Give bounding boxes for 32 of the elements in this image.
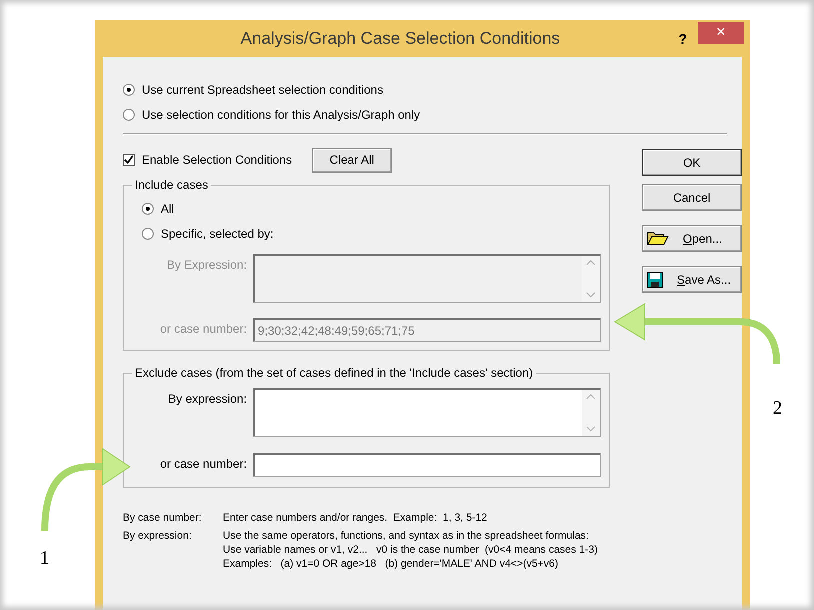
- note-term: By case number:: [123, 512, 203, 524]
- callout-number: 2: [773, 398, 782, 420]
- group-title: Include cases: [132, 178, 212, 192]
- note-text: Use variable names or v1, v2... v0 is the case number (v0<4 means cases 1-3): [223, 544, 599, 556]
- dialog-button[interactable]: Open...: [642, 225, 742, 252]
- radio-label: Use selection conditions for this Analysis/Graph only: [142, 108, 420, 122]
- callout-number: 1: [40, 548, 50, 570]
- radio-label: Use current Spreadsheet selection conditions: [142, 82, 384, 96]
- note-text: Examples: (a) v1=0 OR age>18 (b) gender='MALE' AND v4<>(v5+v6): [223, 558, 560, 570]
- dialog-button[interactable]: OK: [642, 149, 742, 176]
- radio-label: All: [161, 202, 174, 216]
- checkbox-label: Enable Selection Conditions: [142, 153, 292, 167]
- close-button[interactable]: ×: [698, 22, 744, 44]
- field-label: By Expression:: [166, 257, 248, 272]
- radio-button[interactable]: [123, 84, 135, 96]
- checkbox[interactable]: [123, 154, 135, 166]
- dialog-button[interactable]: Save As...: [642, 266, 742, 293]
- note-text: Use the same operators, functions, and syntax as in the spreadsheet formulas:: [223, 530, 590, 542]
- note-text: Enter case numbers and/or ranges. Example: 1, 3, 5-12: [223, 512, 488, 524]
- window-title: Analysis/Graph Case Selection Conditions: [240, 28, 562, 48]
- radio-label: Specific, selected by:: [161, 226, 274, 240]
- field-label: By expression:: [167, 391, 248, 406]
- group-title: Exclude cases (from the set of cases defined in the 'Include cases' section): [132, 366, 536, 380]
- note-term: By expression:: [123, 530, 193, 544]
- field-label: or case number:: [159, 321, 248, 336]
- folder-icon: [647, 230, 669, 247]
- radio-button[interactable]: [123, 108, 135, 120]
- field-label: or case number:: [159, 456, 248, 471]
- case-number-field[interactable]: [253, 453, 601, 477]
- clear-all-button[interactable]: Clear All: [312, 148, 392, 172]
- help-button[interactable]: ?: [668, 30, 698, 46]
- dialog-button[interactable]: Cancel: [642, 184, 742, 211]
